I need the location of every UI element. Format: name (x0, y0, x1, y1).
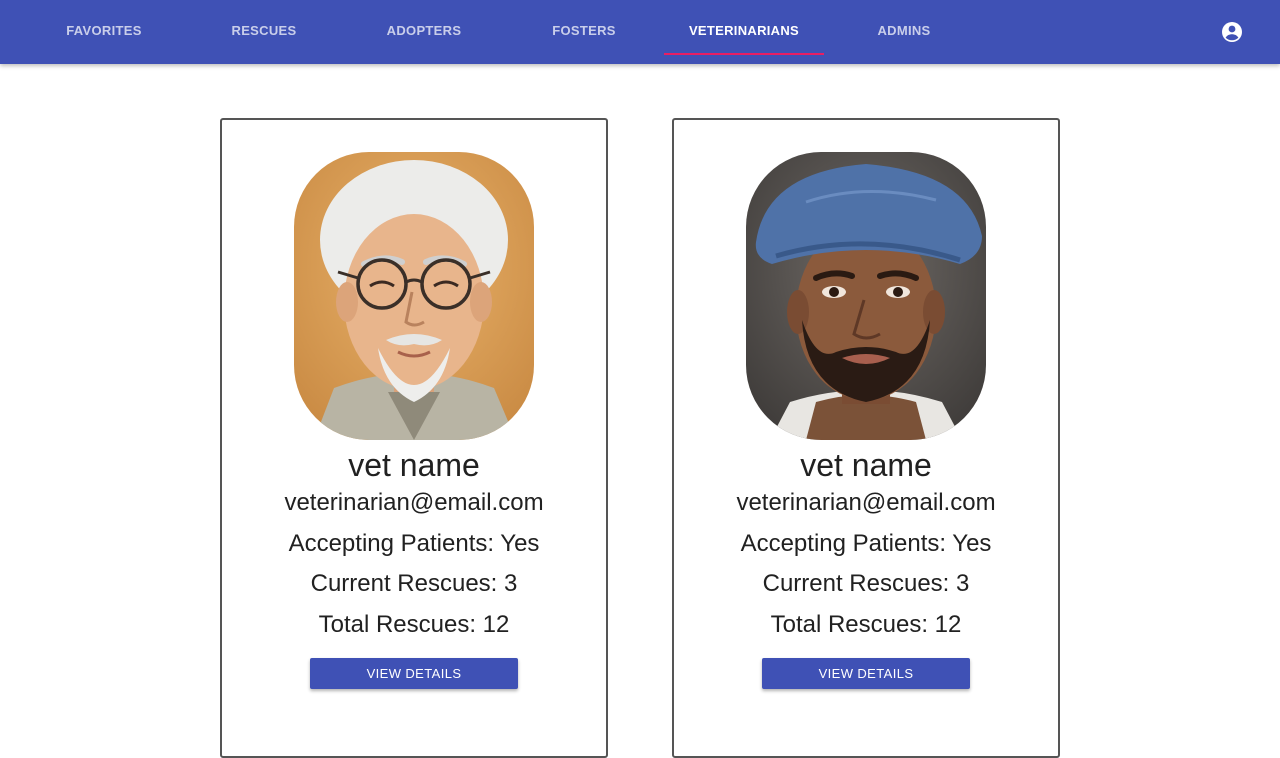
vet-card: vet name veterinarian@email.com Acceptin… (672, 118, 1060, 758)
tab-fosters[interactable]: FOSTERS (504, 0, 664, 64)
tab-favorites[interactable]: FAVORITES (24, 0, 184, 64)
vet-name: vet name (348, 447, 480, 483)
account-circle-icon (1222, 22, 1242, 42)
vet-email: veterinarian@email.com (284, 489, 544, 516)
account-button[interactable] (1220, 20, 1244, 44)
vet-name: vet name (800, 447, 932, 483)
view-details-button[interactable]: VIEW DETAILS (762, 658, 970, 689)
total-rescues: Total Rescues: 12 (770, 611, 962, 638)
tab-rescues[interactable]: RESCUES (184, 0, 344, 64)
vet-photo (746, 152, 986, 440)
total-rescues: Total Rescues: 12 (318, 611, 510, 638)
current-rescues: Current Rescues: 3 (310, 570, 518, 597)
current-rescues: Current Rescues: 3 (762, 570, 970, 597)
tab-adopters[interactable]: ADOPTERS (344, 0, 504, 64)
accepting-patients: Accepting Patients: Yes (740, 530, 992, 557)
view-details-button[interactable]: VIEW DETAILS (310, 658, 518, 689)
vet-card: vet name veterinarian@email.com Acceptin… (220, 118, 608, 758)
vet-email: veterinarian@email.com (736, 489, 996, 516)
tab-admins[interactable]: ADMINS (824, 0, 984, 64)
app-bar: FAVORITES RESCUES ADOPTERS FOSTERS VETER… (0, 0, 1280, 64)
accepting-patients: Accepting Patients: Yes (288, 530, 540, 557)
vet-photo (294, 152, 534, 440)
active-tab-indicator (664, 53, 824, 55)
